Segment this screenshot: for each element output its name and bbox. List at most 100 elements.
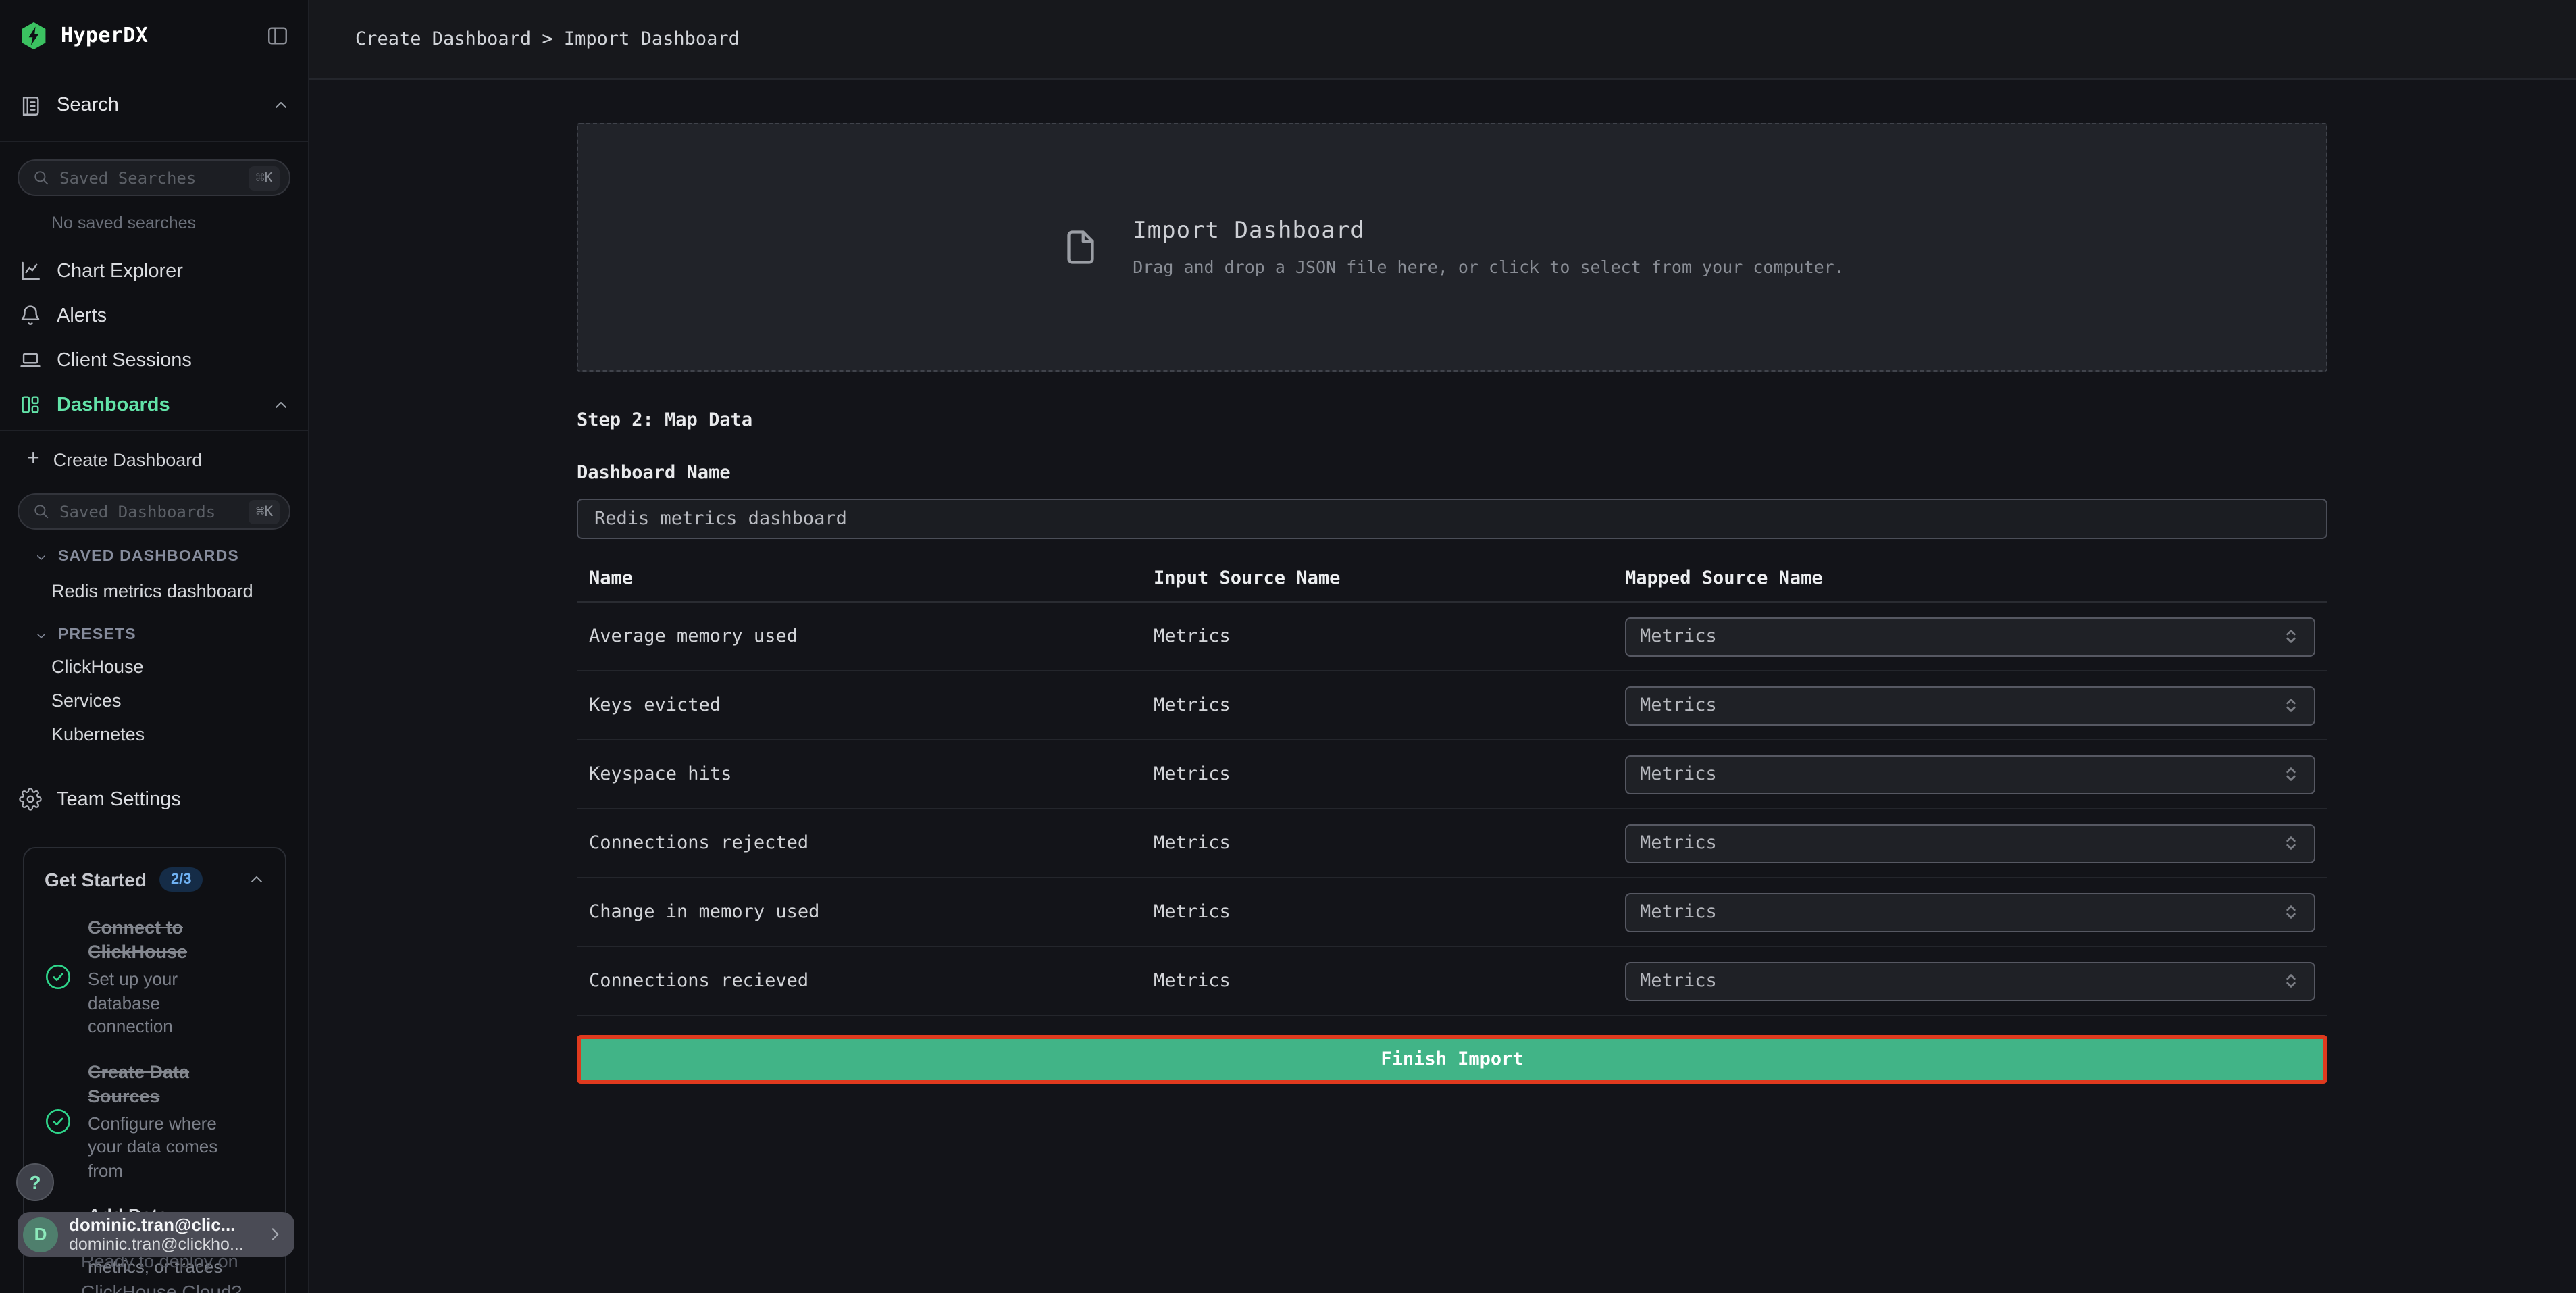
no-saved-searches-text: No saved searches <box>51 213 308 235</box>
mapping-row: Average memory used Metrics Metrics <box>577 603 2327 671</box>
selected-value: Metrics <box>1640 763 1717 785</box>
selected-value: Metrics <box>1640 901 1717 923</box>
sidebar: HyperDX Search ⌘K No saved searches Char… <box>0 0 309 1293</box>
metric-name: Connections recieved <box>589 970 1154 992</box>
step-connect-clickhouse[interactable]: Connect to ClickHouse Set up your databa… <box>45 916 265 1038</box>
file-icon <box>1060 222 1100 273</box>
dropzone-text: Import Dashboard Drag and drop a JSON fi… <box>1133 218 1845 277</box>
chevron-down-icon <box>35 551 47 563</box>
mapping-row: Connections rejected Metrics Metrics <box>577 809 2327 878</box>
gear-icon <box>19 788 42 811</box>
mapping-row: Change in memory used Metrics Metrics <box>577 878 2327 947</box>
mapped-source-select[interactable]: Metrics <box>1625 892 2315 932</box>
saved-dashboards-header[interactable]: SAVED DASHBOARDS <box>35 546 308 567</box>
nav-label: Dashboards <box>57 394 170 415</box>
progress-badge: 2/3 <box>160 867 203 892</box>
mapping-table-header: Name Input Source Name Mapped Source Nam… <box>577 555 2327 603</box>
input-source-name: Metrics <box>1154 901 1625 923</box>
sidebar-nav: Chart Explorer Alerts Client Sessions Da… <box>0 249 308 431</box>
saved-dashboards-header-label: SAVED DASHBOARDS <box>58 549 239 565</box>
mapped-source-select[interactable]: Metrics <box>1625 617 2315 656</box>
step-description: Set up your database connection <box>88 967 247 1038</box>
preset-item-clickhouse[interactable]: ClickHouse <box>0 650 308 684</box>
mapped-source-select[interactable]: Metrics <box>1625 823 2315 863</box>
sidebar-item-dashboards[interactable]: Dashboards <box>0 382 308 427</box>
get-started-header[interactable]: Get Started 2/3 <box>45 867 265 892</box>
breadcrumb: Create Dashboard > Import Dashboard <box>355 28 740 50</box>
team-settings-label: Team Settings <box>57 788 181 810</box>
select-chevrons-icon <box>2282 903 2300 921</box>
user-display-name: dominic.tran@clic... <box>69 1214 255 1234</box>
sidebar-item-chart-explorer[interactable]: Chart Explorer <box>0 249 308 293</box>
saved-dashboards-input[interactable] <box>59 502 240 521</box>
chevron-up-icon <box>249 871 265 888</box>
layout-grid-icon <box>19 393 42 416</box>
step-create-data-sources[interactable]: Create Data Sources Configure where your… <box>45 1060 265 1182</box>
sidebar-item-team-settings[interactable]: Team Settings <box>0 777 308 821</box>
import-content: Import Dashboard Drag and drop a JSON fi… <box>577 123 2327 1084</box>
search-icon <box>32 503 50 520</box>
check-circle-icon <box>45 964 72 991</box>
journal-icon <box>19 94 42 117</box>
create-dashboard-button[interactable]: + Create Dashboard <box>0 431 308 488</box>
chevron-up-icon <box>273 397 289 413</box>
preset-item-kubernetes[interactable]: Kubernetes <box>0 717 308 751</box>
select-chevrons-icon <box>2282 834 2300 853</box>
bell-icon <box>19 304 42 327</box>
metric-name: Change in memory used <box>589 901 1154 923</box>
sidebar-section-search[interactable]: Search <box>0 70 308 142</box>
mapped-source-select[interactable]: Metrics <box>1625 961 2315 1000</box>
presets-header[interactable]: PRESETS <box>35 624 308 646</box>
select-chevrons-icon <box>2282 696 2300 715</box>
saved-searches-input[interactable] <box>59 168 240 187</box>
mapping-row: Keys evicted Metrics Metrics <box>577 671 2327 740</box>
metric-name: Average memory used <box>589 626 1154 647</box>
metric-name: Keyspace hits <box>589 763 1154 785</box>
select-chevrons-icon <box>2282 765 2300 784</box>
topbar: Create Dashboard > Import Dashboard <box>309 0 2576 80</box>
preset-item-services[interactable]: Services <box>0 684 308 717</box>
nav-label: Alerts <box>57 305 107 326</box>
main-area: Create Dashboard > Import Dashboard Impo… <box>309 0 2576 1293</box>
app-root: HyperDX Search ⌘K No saved searches Char… <box>0 0 2576 1293</box>
selected-value: Metrics <box>1640 832 1717 854</box>
import-dropzone[interactable]: Import Dashboard Drag and drop a JSON fi… <box>577 123 2327 372</box>
nav-label: Chart Explorer <box>57 260 183 282</box>
user-email: dominic.tran@clickho... <box>69 1234 255 1254</box>
step-body: Create Data Sources Configure where your… <box>88 1060 247 1182</box>
user-profile-chip[interactable]: D dominic.tran@clic... dominic.tran@clic… <box>18 1212 294 1257</box>
mapped-source-select[interactable]: Metrics <box>1625 686 2315 725</box>
chart-icon <box>19 259 42 282</box>
search-section-label: Search <box>57 95 119 116</box>
dashboard-name-label: Dashboard Name <box>577 462 2327 484</box>
column-header-name: Name <box>589 567 1154 589</box>
metric-name: Keys evicted <box>589 694 1154 716</box>
saved-searches-searchbox[interactable]: ⌘K <box>18 159 290 196</box>
shortcut-badge: ⌘K <box>249 166 280 190</box>
selected-value: Metrics <box>1640 694 1717 716</box>
selected-value: Metrics <box>1640 970 1717 992</box>
mapping-row: Connections recieved Metrics Metrics <box>577 947 2327 1016</box>
input-source-name: Metrics <box>1154 694 1625 716</box>
input-source-name: Metrics <box>1154 763 1625 785</box>
dropzone-hint: Drag and drop a JSON file here, or click… <box>1133 257 1845 277</box>
sidebar-item-client-sessions[interactable]: Client Sessions <box>0 338 308 382</box>
presets-header-label: PRESETS <box>58 627 136 643</box>
selected-value: Metrics <box>1640 626 1717 647</box>
saved-dashboard-item[interactable]: Redis metrics dashboard <box>0 573 308 608</box>
mapped-source-select[interactable]: Metrics <box>1625 755 2315 794</box>
help-button[interactable]: ? <box>16 1163 54 1201</box>
chevron-right-icon <box>266 1225 284 1243</box>
finish-import-button[interactable]: Finish Import <box>577 1035 2327 1084</box>
saved-dashboards-searchbox[interactable]: ⌘K <box>18 493 290 530</box>
sidebar-item-alerts[interactable]: Alerts <box>0 293 308 338</box>
nav-label: Client Sessions <box>57 349 192 371</box>
input-source-name: Metrics <box>1154 970 1625 992</box>
dashboard-name-input[interactable] <box>577 499 2327 539</box>
metric-name: Connections rejected <box>589 832 1154 854</box>
dropzone-title: Import Dashboard <box>1133 218 1845 245</box>
collapse-sidebar-icon[interactable] <box>266 24 289 47</box>
chevron-up-icon <box>273 97 289 113</box>
column-header-mapped-source: Mapped Source Name <box>1625 567 2315 589</box>
avatar: D <box>23 1217 58 1252</box>
